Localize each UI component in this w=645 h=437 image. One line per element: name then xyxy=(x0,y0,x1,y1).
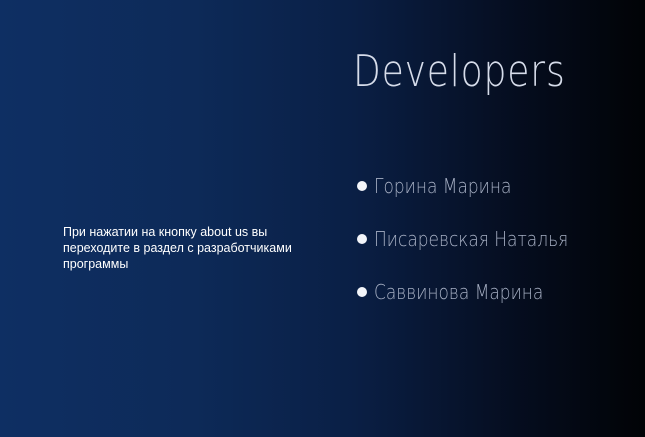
bullet-icon xyxy=(357,233,367,244)
description-text: При нажатии на кнопку about us вы перехо… xyxy=(63,225,292,271)
list-item: Горина Марина xyxy=(357,172,602,199)
page-title: Developers xyxy=(353,46,566,97)
developer-name: Саввинова Марина xyxy=(374,279,544,304)
list-item: Писаревская Наталья xyxy=(357,225,602,252)
list-item: Саввинова Марина xyxy=(357,278,602,305)
bullet-icon xyxy=(357,286,367,297)
bullet-icon xyxy=(357,180,367,191)
developer-name: Писаревская Наталья xyxy=(374,226,569,251)
developers-list: Горина Марина Писаревская Наталья Саввин… xyxy=(357,172,602,331)
developer-name: Горина Марина xyxy=(374,173,512,198)
